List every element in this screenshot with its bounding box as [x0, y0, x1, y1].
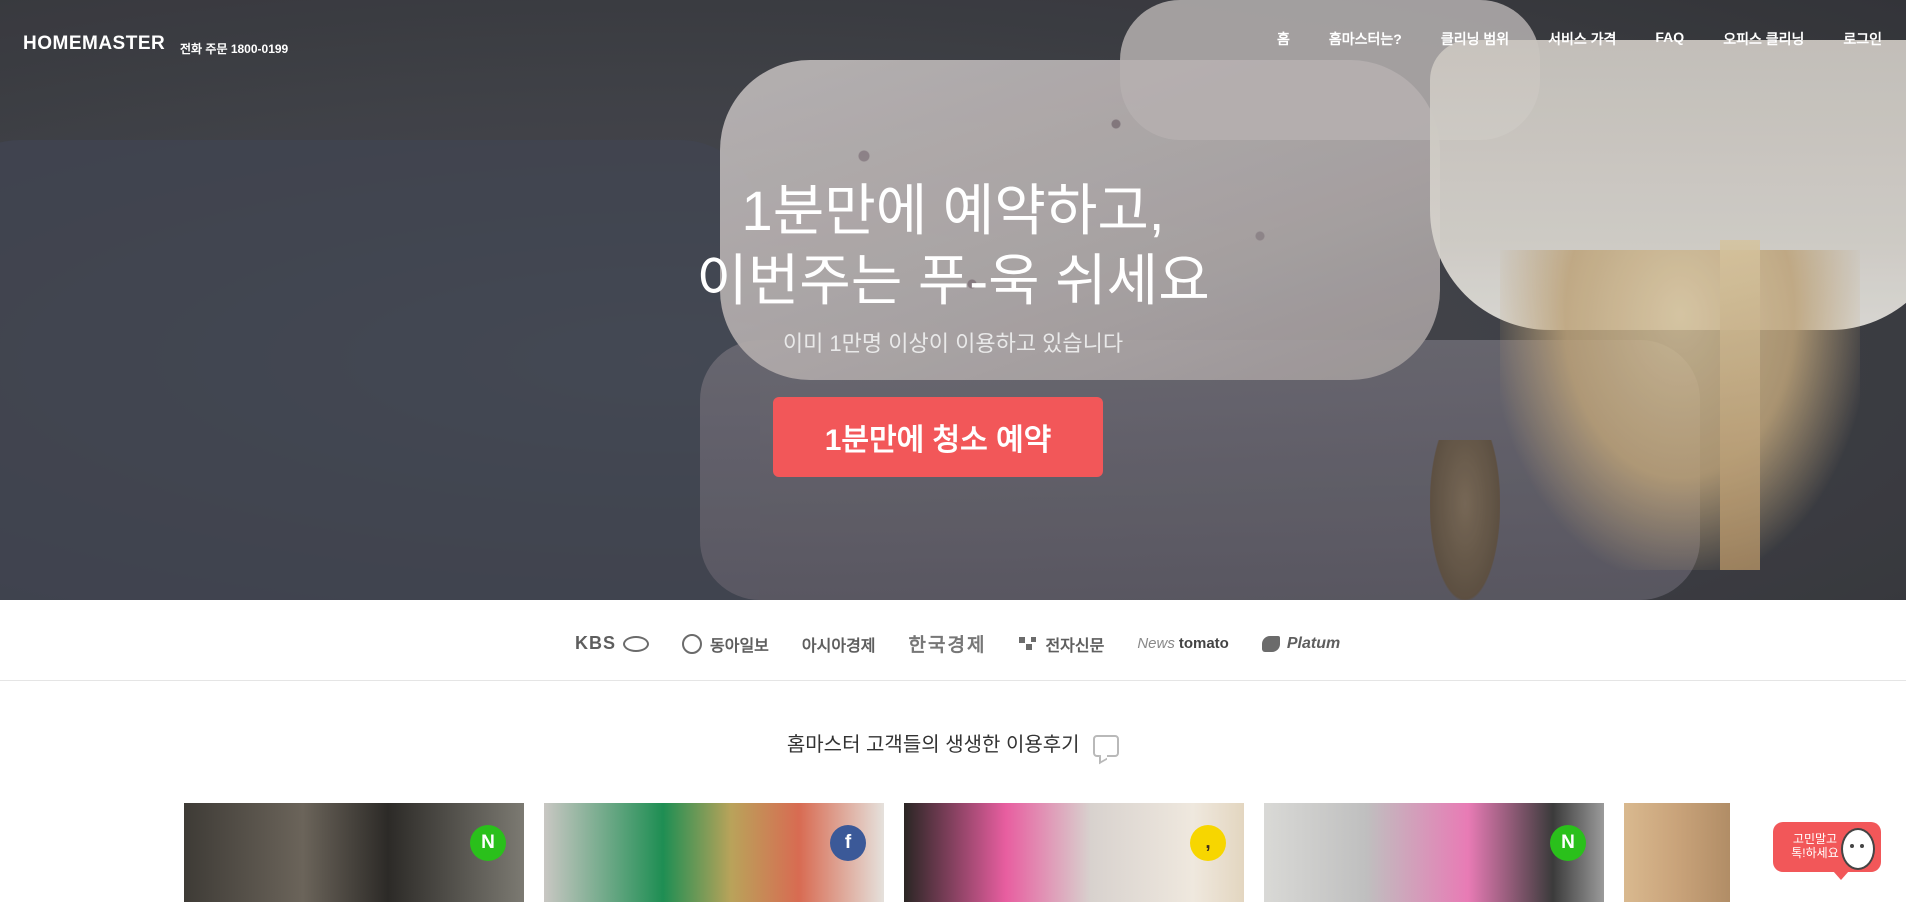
platum-text: Platum	[1286, 634, 1341, 652]
hankyung-text: 한국경제	[908, 635, 987, 656]
speech-bubble-icon	[1093, 734, 1120, 757]
reviews-title-text: 홈마스터 고객들의 생생한 이용후기	[786, 734, 1080, 756]
kakao-chat-widget[interactable]: 고민말고 톡!하세요	[1773, 822, 1881, 880]
press-logo-etnews: 전자신문	[1019, 632, 1104, 656]
chat-widget-text: 고민말고 톡!하세요	[1787, 832, 1843, 860]
nav-home[interactable]: 홈	[1277, 29, 1290, 49]
hero-headline-line2: 이번주는 푸-욱 쉬세요	[696, 249, 1210, 312]
hero-headline: 1분만에 예약하고, 이번주는 푸-욱 쉬세요	[0, 176, 1906, 316]
nav-cleaning-scope[interactable]: 클리닝 범위	[1441, 29, 1509, 49]
etnews-text: 전자신문	[1045, 637, 1105, 655]
phone-order-number: 전화 주문 1800-0199	[180, 42, 289, 56]
review-card[interactable]: f	[544, 803, 884, 902]
asiae-text: 아시아경제	[801, 637, 876, 655]
naver-icon: N	[470, 825, 506, 861]
book-cleaning-button[interactable]: 1분만에 청소 예약	[773, 397, 1103, 477]
hero-subtitle: 이미 1만명 이상이 이용하고 있습니다	[782, 331, 1124, 356]
chat-widget-line1: 고민말고	[1792, 832, 1838, 846]
chat-bubble-tail	[1833, 871, 1849, 880]
reviews-section-title: 홈마스터 고객들의 생생한 이용후기	[0, 728, 1906, 757]
facebook-icon: f	[830, 825, 866, 861]
review-card[interactable]	[1624, 803, 1730, 902]
naver-icon: N	[1550, 825, 1586, 861]
nav-login[interactable]: 로그인	[1843, 29, 1882, 49]
platum-mark-icon	[1261, 635, 1280, 652]
press-logo-donga: 동아일보	[682, 632, 769, 656]
top-navigation-bar: HOMEMASTER 전화 주문 1800-0199 홈 홈마스터는? 클리닝 …	[0, 0, 1906, 90]
kbs-text: KBS	[575, 633, 617, 653]
nav-service-price[interactable]: 서비스 가격	[1548, 29, 1616, 49]
review-card[interactable]: ,	[904, 803, 1244, 902]
press-logos-row: KBS 동아일보 아시아경제 한국경제 전자신문 News tomato Plat…	[575, 630, 1373, 657]
nav-faq[interactable]: FAQ	[1655, 29, 1684, 49]
press-logo-asiae: 아시아경제	[802, 632, 876, 656]
press-logo-newstomato: News tomato	[1137, 635, 1229, 652]
chat-widget-line2: 톡!하세요	[1791, 846, 1839, 860]
newstomato-text-news: News	[1137, 635, 1175, 652]
main-nav: 홈 홈마스터는? 클리닝 범위 서비스 가격 FAQ 오피스 클리닝 로그인	[1238, 29, 1882, 49]
press-logos-bar: KBS 동아일보 아시아경제 한국경제 전자신문 News tomato Plat…	[0, 600, 1906, 681]
donga-text: 동아일보	[710, 637, 769, 655]
kbs-oval-icon	[623, 635, 650, 652]
donga-emblem-icon	[682, 633, 703, 654]
hero-section: HOMEMASTER 전화 주문 1800-0199 홈 홈마스터는? 클리닝 …	[0, 0, 1906, 600]
nav-office-cleaning[interactable]: 오피스 클리닝	[1723, 29, 1804, 49]
review-cards: N f , N	[184, 803, 1730, 902]
etnews-mark-icon	[1019, 636, 1038, 651]
review-photo	[1624, 803, 1730, 902]
review-card[interactable]: N	[1264, 803, 1604, 902]
hero-headline-line1: 1분만에 예약하고,	[741, 179, 1165, 242]
nav-about[interactable]: 홈마스터는?	[1329, 29, 1402, 49]
newstomato-text-tomato: tomato	[1178, 635, 1229, 652]
homemaster-logo[interactable]: HOMEMASTER	[23, 33, 165, 55]
press-logo-hankyung: 한국경제	[909, 630, 987, 657]
kakaostory-icon: ,	[1190, 825, 1226, 861]
review-card[interactable]: N	[184, 803, 524, 902]
chat-avatar-icon	[1841, 828, 1875, 870]
press-logo-platum: Platum	[1261, 634, 1341, 653]
press-logo-kbs: KBS	[575, 633, 650, 654]
